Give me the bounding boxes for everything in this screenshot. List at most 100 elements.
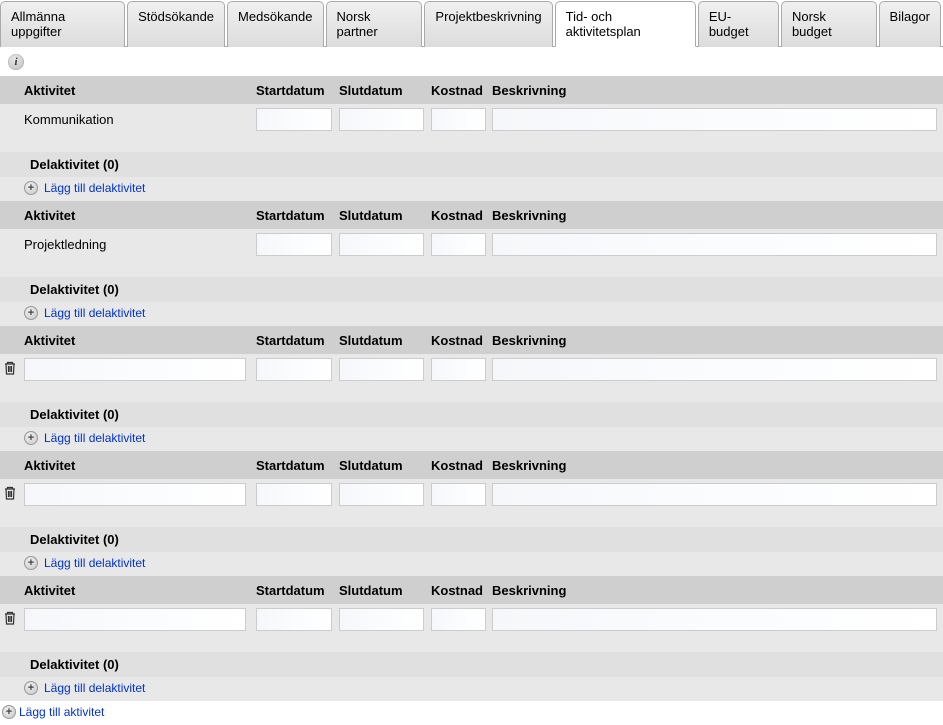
col-header-desc: Beskrivning: [490, 333, 943, 348]
tab-eu-budget[interactable]: EU-budget: [698, 1, 779, 47]
add-subactivity-row: + Lägg till delaktivitet: [0, 552, 943, 576]
tab-norsk-budget[interactable]: Norsk budget: [781, 1, 877, 47]
add-subactivity-link[interactable]: Lägg till delaktivitet: [44, 556, 145, 570]
plus-icon[interactable]: +: [24, 681, 38, 695]
activity-block: Aktivitet Startdatum Slutdatum Kostnad B…: [0, 201, 943, 326]
activity-block: Aktivitet Startdatum Slutdatum Kostnad B…: [0, 326, 943, 451]
add-activity-link[interactable]: Lägg till aktivitet: [19, 705, 104, 719]
activity-header-row: Aktivitet Startdatum Slutdatum Kostnad B…: [0, 76, 943, 104]
col-header-end: Slutdatum: [337, 83, 429, 98]
add-subactivity-row: + Lägg till delaktivitet: [0, 677, 943, 701]
col-header-start: Startdatum: [254, 583, 337, 598]
spacer: [0, 509, 943, 527]
add-subactivity-link[interactable]: Lägg till delaktivitet: [44, 681, 145, 695]
col-header-start: Startdatum: [254, 83, 337, 98]
start-date-input[interactable]: [256, 233, 332, 256]
tab-norsk-partner[interactable]: Norsk partner: [326, 1, 423, 47]
description-input[interactable]: [492, 108, 937, 131]
tab-bar: Allmänna uppgifter Stödsökande Medsökand…: [0, 0, 943, 47]
col-header-activity: Aktivitet: [20, 583, 254, 598]
plus-icon[interactable]: +: [24, 431, 38, 445]
activity-header-row: Aktivitet Startdatum Slutdatum Kostnad B…: [0, 326, 943, 354]
description-input[interactable]: [492, 233, 937, 256]
tab-projektbeskrivning[interactable]: Projektbeskrivning: [424, 1, 552, 47]
activity-header-row: Aktivitet Startdatum Slutdatum Kostnad B…: [0, 451, 943, 479]
activity-block: Aktivitet Startdatum Slutdatum Kostnad B…: [0, 576, 943, 701]
activity-block: Aktivitet Startdatum Slutdatum Kostnad B…: [0, 76, 943, 201]
subactivity-header: Delaktivitet (0): [0, 402, 943, 427]
description-input[interactable]: [492, 608, 937, 631]
info-icon[interactable]: i: [8, 54, 24, 70]
col-header-end: Slutdatum: [337, 458, 429, 473]
subactivity-header: Delaktivitet (0): [0, 527, 943, 552]
start-date-input[interactable]: [256, 358, 332, 381]
activity-block: Aktivitet Startdatum Slutdatum Kostnad B…: [0, 451, 943, 576]
add-subactivity-row: + Lägg till delaktivitet: [0, 302, 943, 326]
activity-data-row: [0, 604, 943, 634]
start-date-input[interactable]: [256, 608, 332, 631]
col-header-cost: Kostnad: [429, 208, 490, 223]
start-date-input[interactable]: [256, 483, 332, 506]
spacer: [0, 259, 943, 277]
activity-data-row: [0, 479, 943, 509]
plus-icon[interactable]: +: [2, 705, 16, 719]
col-header-desc: Beskrivning: [490, 458, 943, 473]
col-header-desc: Beskrivning: [490, 208, 943, 223]
cost-input[interactable]: [431, 233, 486, 256]
tab-stodsokande[interactable]: Stödsökande: [127, 1, 225, 47]
col-header-start: Startdatum: [254, 458, 337, 473]
description-input[interactable]: [492, 358, 937, 381]
tab-allmanna[interactable]: Allmänna uppgifter: [0, 1, 125, 47]
trash-icon[interactable]: [3, 360, 17, 379]
tab-bilagor[interactable]: Bilagor: [879, 1, 941, 47]
activity-header-row: Aktivitet Startdatum Slutdatum Kostnad B…: [0, 201, 943, 229]
activity-name-label: Kommunikation: [24, 112, 114, 127]
plus-icon[interactable]: +: [24, 556, 38, 570]
end-date-input[interactable]: [339, 358, 424, 381]
col-header-activity: Aktivitet: [20, 208, 254, 223]
cost-input[interactable]: [431, 108, 486, 131]
cost-input[interactable]: [431, 608, 486, 631]
spacer: [0, 384, 943, 402]
activity-data-row: Projektledning: [0, 229, 943, 259]
trash-icon[interactable]: [3, 610, 17, 629]
description-input[interactable]: [492, 483, 937, 506]
col-header-end: Slutdatum: [337, 583, 429, 598]
activity-name-input[interactable]: [24, 358, 246, 381]
col-header-desc: Beskrivning: [490, 583, 943, 598]
plus-icon[interactable]: +: [24, 306, 38, 320]
tab-medsokande[interactable]: Medsökande: [227, 1, 323, 47]
col-header-start: Startdatum: [254, 208, 337, 223]
end-date-input[interactable]: [339, 608, 424, 631]
add-subactivity-link[interactable]: Lägg till delaktivitet: [44, 306, 145, 320]
col-header-end: Slutdatum: [337, 208, 429, 223]
col-header-cost: Kostnad: [429, 83, 490, 98]
subactivity-header: Delaktivitet (0): [0, 152, 943, 177]
trash-icon[interactable]: [3, 485, 17, 504]
add-subactivity-link[interactable]: Lägg till delaktivitet: [44, 431, 145, 445]
start-date-input[interactable]: [256, 108, 332, 131]
col-header-activity: Aktivitet: [20, 333, 254, 348]
activity-data-row: [0, 354, 943, 384]
activity-name-input[interactable]: [24, 483, 246, 506]
col-header-start: Startdatum: [254, 333, 337, 348]
spacer: [0, 134, 943, 152]
col-header-cost: Kostnad: [429, 583, 490, 598]
cost-input[interactable]: [431, 483, 486, 506]
activity-data-row: Kommunikation: [0, 104, 943, 134]
subactivity-header: Delaktivitet (0): [0, 277, 943, 302]
plus-icon[interactable]: +: [24, 181, 38, 195]
col-header-activity: Aktivitet: [20, 458, 254, 473]
cost-input[interactable]: [431, 358, 486, 381]
add-subactivity-link[interactable]: Lägg till delaktivitet: [44, 181, 145, 195]
end-date-input[interactable]: [339, 483, 424, 506]
end-date-input[interactable]: [339, 233, 424, 256]
col-header-cost: Kostnad: [429, 458, 490, 473]
add-activity-row: + Lägg till aktivitet: [0, 701, 943, 725]
tab-tid-aktivitetsplan[interactable]: Tid- och aktivitetsplan: [555, 1, 696, 47]
activity-name-input[interactable]: [24, 608, 246, 631]
end-date-input[interactable]: [339, 108, 424, 131]
col-header-end: Slutdatum: [337, 333, 429, 348]
info-bar: i: [0, 47, 943, 76]
col-header-cost: Kostnad: [429, 333, 490, 348]
